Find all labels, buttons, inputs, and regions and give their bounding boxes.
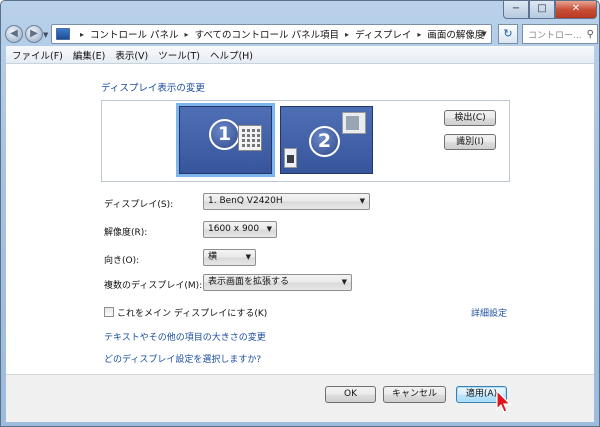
close-button[interactable]: ✕ <box>555 1 597 19</box>
orientation-value: 横 <box>208 252 218 262</box>
maximize-button[interactable]: □ <box>529 1 555 19</box>
refresh-button[interactable]: ↻ <box>498 24 518 44</box>
search-placeholder: コントロー... <box>528 30 582 41</box>
advanced-settings-link[interactable]: 詳細設定 <box>471 306 507 319</box>
breadcrumb-control-panel[interactable]: コントロール パネル <box>90 27 179 41</box>
chevron-down-icon: ▼ <box>359 197 365 205</box>
main-content: ディスプレイ表示の変更 1 2 検出(C) 識別(I) ディスプレイ(S): 1… <box>6 64 594 422</box>
menu-edit[interactable]: 編集(E) <box>73 48 105 62</box>
breadcrumb-separator-icon[interactable]: ▸ <box>345 30 349 39</box>
display-select[interactable]: 1. BenQ V2420H ▼ <box>203 193 370 210</box>
multiple-displays-label: 複数のディスプレイ(M): <box>104 281 203 291</box>
mouse-pointer-icon <box>496 390 512 413</box>
document-thumbnail-icon <box>284 148 297 168</box>
display-settings-help-link[interactable]: どのディスプレイ設定を選択しますか? <box>104 352 261 365</box>
recent-pages-dropdown-icon[interactable]: ▼ <box>43 31 48 39</box>
address-dropdown-icon[interactable]: ▼ <box>477 24 491 44</box>
main-display-checkbox[interactable] <box>104 307 114 317</box>
forward-button[interactable]: ▶ <box>25 25 43 43</box>
monitor-number-badge: 2 <box>309 126 340 157</box>
monitor-number-badge: 1 <box>209 119 240 150</box>
multiple-displays-select[interactable]: 表示画面を拡張する ▼ <box>203 274 352 291</box>
window-thumbnail-icon <box>342 112 366 134</box>
menu-bar: ファイル(F) 編集(E) 表示(V) ツール(T) ヘルプ(H) <box>6 46 594 64</box>
breadcrumb-separator-icon[interactable]: ▸ <box>185 30 189 39</box>
multiple-displays-value: 表示画面を拡張する <box>208 277 290 287</box>
breadcrumb-all-items[interactable]: すべてのコントロール パネル項目 <box>195 27 339 41</box>
ok-button[interactable]: OK <box>325 386 376 403</box>
back-button[interactable]: ◀ <box>5 25 23 43</box>
resolution-select[interactable]: 1600 x 900 ▼ <box>203 221 277 238</box>
resolution-value: 1600 x 900 <box>208 224 260 234</box>
search-icon[interactable]: ⚲ <box>587 29 594 40</box>
menu-file[interactable]: ファイル(F) <box>12 48 63 62</box>
display-label: ディスプレイ(S): <box>104 200 174 210</box>
monitor-arrangement-area: 1 2 検出(C) 識別(I) <box>101 100 510 182</box>
identify-button[interactable]: 識別(I) <box>444 134 496 150</box>
breadcrumb-display[interactable]: ディスプレイ <box>355 27 411 41</box>
resolution-label: 解像度(R): <box>104 228 148 238</box>
display-value: 1. BenQ V2420H <box>208 196 283 206</box>
control-panel-icon <box>56 28 70 40</box>
title-bar: ◀ ▶ ▼ ▸ コントロール パネル ▸ すべてのコントロール パネル項目 ▸ … <box>1 1 599 45</box>
search-input[interactable]: コントロー... ⚲ <box>522 24 598 44</box>
orientation-label: 向き(O): <box>104 256 140 266</box>
chevron-down-icon: ▼ <box>245 253 251 261</box>
breadcrumb-separator-icon[interactable]: ▸ <box>80 30 84 39</box>
page-title: ディスプレイ表示の変更 <box>101 83 205 94</box>
window-controls: − □ ✕ <box>503 1 597 19</box>
monitor-1[interactable]: 1 <box>176 103 275 177</box>
monitor-2[interactable]: 2 <box>280 106 373 174</box>
menu-tools[interactable]: ツール(T) <box>158 48 200 62</box>
chevron-down-icon: ▼ <box>341 278 347 286</box>
menu-help[interactable]: ヘルプ(H) <box>210 48 253 62</box>
main-display-label[interactable]: これをメイン ディスプレイにする(K) <box>117 306 267 319</box>
orientation-select[interactable]: 横 ▼ <box>203 249 256 266</box>
breadcrumb-separator-icon[interactable]: ▸ <box>417 30 421 39</box>
minimize-button[interactable]: − <box>503 1 529 19</box>
chevron-down-icon: ▼ <box>266 225 272 233</box>
menu-view[interactable]: 表示(V) <box>115 48 148 62</box>
breadcrumb-screen-resolution[interactable]: 画面の解像度 <box>427 27 484 41</box>
calculator-icon <box>238 125 262 151</box>
text-size-link[interactable]: テキストやその他の項目の大きさの変更 <box>104 330 266 343</box>
address-bar[interactable]: ▸ コントロール パネル ▸ すべてのコントロール パネル項目 ▸ ディスプレイ… <box>51 24 492 44</box>
detect-button[interactable]: 検出(C) <box>444 110 496 126</box>
control-panel-window: ◀ ▶ ▼ ▸ コントロール パネル ▸ すべてのコントロール パネル項目 ▸ … <box>0 0 600 427</box>
cancel-button[interactable]: キャンセル <box>383 386 446 403</box>
